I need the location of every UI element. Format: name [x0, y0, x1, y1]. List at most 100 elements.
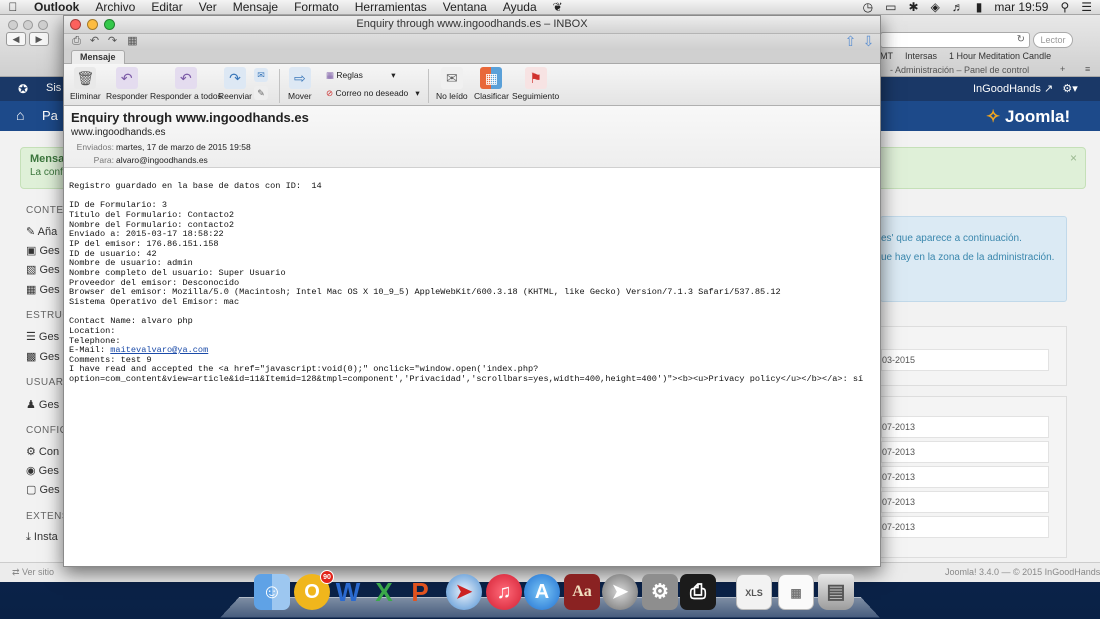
list-item[interactable]: 07-2013 [881, 466, 1049, 488]
tab-overview-icon[interactable]: ≡ [1085, 64, 1090, 74]
spotlight-icon[interactable]: ⚲ [1060, 0, 1069, 14]
finder-icon[interactable]: ☺ [254, 574, 290, 610]
sidebar-item[interactable]: ▢ Ges [26, 483, 60, 496]
undo-icon[interactable]: ↶ [88, 35, 101, 48]
follow-up-button[interactable]: ⚑ Seguimiento [512, 67, 559, 101]
list-item[interactable]: 07-2013 [881, 416, 1049, 438]
sidebar-item[interactable]: ◉ Ges [26, 464, 59, 477]
menu-mensaje[interactable]: Mensaje [225, 0, 286, 15]
attachment-button[interactable]: ✉ [254, 68, 268, 84]
redo-icon[interactable]: ↷ [106, 35, 119, 48]
forward-icon[interactable]: ▶ [29, 32, 49, 46]
list-item[interactable]: 07-2013 [881, 441, 1049, 463]
new-tab-icon[interactable]: + [1060, 64, 1065, 74]
dictionary-icon[interactable]: Aa [564, 574, 600, 610]
menu-archivo[interactable]: Archivo [87, 0, 143, 15]
joomla-user-link[interactable]: InGoodHands ↗ ⚙▾ [973, 82, 1084, 95]
list-item[interactable]: 07-2013 [881, 491, 1049, 513]
categorize-button[interactable]: ▦ Clasificar [474, 67, 509, 101]
to-value[interactable]: alvaro@ingoodhands.es [116, 155, 208, 165]
bookmark-item[interactable]: MT [880, 51, 893, 61]
menu-formato[interactable]: Formato [286, 0, 347, 15]
sidebar-item[interactable]: ♟ Ges [26, 398, 59, 411]
next-message-icon[interactable]: ⇩ [862, 34, 875, 48]
print-icon[interactable]: ⎙ [70, 35, 83, 48]
note-icon[interactable]: ▦ [126, 35, 139, 48]
list-item[interactable]: 07-2013 [881, 516, 1049, 538]
move-button[interactable]: ⇨ Mover [288, 67, 312, 101]
joomla-menu-icon[interactable]: ✪ [18, 82, 28, 96]
reader-button[interactable]: Lector [1033, 32, 1073, 48]
safari-icon[interactable]: ➤ [446, 574, 482, 610]
sidebar-item[interactable]: ▩ Ges [26, 350, 60, 363]
browser-zoom-button[interactable] [38, 20, 48, 30]
menu-ver[interactable]: Ver [191, 0, 225, 15]
reply-button[interactable]: ↶ Responder [106, 67, 148, 101]
menu-ayuda[interactable]: Ayuda [495, 0, 545, 15]
sidebar-item[interactable]: ▦ Ges [26, 283, 60, 296]
junk-mail-button[interactable]: ⊘ Correo no deseado ▾ [326, 88, 420, 99]
sidebar-item[interactable]: ⤓ Insta [26, 531, 58, 544]
back-icon[interactable]: ◀ [6, 32, 26, 46]
script-menu-icon[interactable]: ❦ [545, 0, 571, 15]
itunes-icon[interactable]: ♫ [486, 574, 522, 610]
spreadsheet-stack-icon[interactable]: ▦ [778, 574, 814, 610]
joomla-system-menu[interactable]: Sis [46, 82, 61, 94]
forward-button[interactable]: ↷ Reenviar [218, 67, 252, 101]
tab-mensaje[interactable]: Mensaje [71, 50, 125, 64]
previous-message-icon[interactable]: ⇧ [844, 34, 857, 48]
apple-menu-icon[interactable]:  [0, 0, 26, 14]
volume-icon[interactable]: ♬ [952, 0, 964, 14]
display-icon[interactable]: ▭ [885, 0, 896, 14]
battery-icon[interactable]: ▮ [976, 0, 983, 14]
bookmark-item[interactable]: 1 Hour Meditation Candle [949, 51, 1051, 61]
app-store-icon[interactable]: A [524, 574, 560, 610]
menu-ventana[interactable]: Ventana [435, 0, 495, 15]
close-icon[interactable]: × [1070, 151, 1077, 165]
sidebar-item[interactable]: ▧ Ges [26, 263, 60, 276]
bluetooth-icon[interactable]: ✱ [909, 0, 919, 14]
wifi-icon[interactable]: ◈ [931, 0, 940, 14]
reload-icon[interactable]: ↻ [1017, 34, 1025, 45]
launchpad-icon[interactable]: ➤ [602, 574, 638, 610]
view-site-link[interactable]: ⇄ Ver sitio [12, 567, 54, 578]
clock[interactable]: mar 19:59 [994, 0, 1048, 14]
url-bar[interactable]: ↻ [880, 32, 1030, 48]
ribbon: 🗑 Eliminar ↶ Responder ↶ Responder a tod… [64, 64, 880, 106]
list-item[interactable]: 03-2015 [881, 349, 1049, 371]
excel-icon[interactable]: X [366, 574, 402, 610]
browser-minimize-button[interactable] [23, 20, 33, 30]
document-stack-icon[interactable]: XLS [736, 574, 772, 610]
sidebar-item[interactable]: ▣ Ges [26, 244, 60, 257]
browser-close-button[interactable] [8, 20, 18, 30]
message-text: La confi [30, 167, 66, 178]
browser-tab[interactable]: - Administración – Panel de control [890, 65, 1029, 75]
rules-button[interactable]: ▦ Reglas ▾ [326, 70, 396, 81]
junk-icon: ⊘ [326, 88, 334, 98]
sidebar-item[interactable]: ☰ Ges [26, 330, 59, 343]
edit-message-button[interactable]: ✎ [254, 86, 268, 102]
menu-herramientas[interactable]: Herramientas [347, 0, 435, 15]
word-icon[interactable]: W [330, 574, 366, 610]
time-machine-icon[interactable]: ◷ [863, 0, 873, 14]
system-preferences-icon[interactable]: ⚙ [642, 574, 678, 610]
categories-icon: ▦ [480, 67, 503, 89]
trash-icon[interactable]: ▤ [818, 574, 854, 610]
outlook-icon[interactable]: O 90 [294, 570, 334, 610]
sidebar-item[interactable]: ⚙ Con [26, 445, 59, 458]
sidebar-item[interactable]: ✎ Aña [26, 225, 57, 238]
email-link[interactable]: maitevalvaro@ya.com [110, 345, 208, 355]
notification-center-icon[interactable]: ☰ [1081, 0, 1092, 14]
menu-editar[interactable]: Editar [143, 0, 190, 15]
reply-all-button[interactable]: ↶ Responder a todos [150, 67, 222, 101]
powerpoint-icon[interactable]: P [402, 574, 438, 610]
delete-button[interactable]: 🗑 Eliminar [70, 67, 101, 101]
printer-icon[interactable]: ⎙ [680, 574, 716, 610]
forward-icon: ↷ [224, 67, 247, 89]
window-title-bar[interactable]: Enquiry through www.ingoodhands.es – INB… [64, 16, 880, 34]
menu-app-name[interactable]: Outlook [26, 0, 87, 15]
message-from[interactable]: www.ingoodhands.es [71, 127, 166, 138]
mark-unread-button[interactable]: ✉ No leído [436, 67, 468, 101]
bookmark-item[interactable]: Intersas [905, 51, 937, 61]
window-title: Enquiry through www.ingoodhands.es – INB… [356, 18, 588, 30]
